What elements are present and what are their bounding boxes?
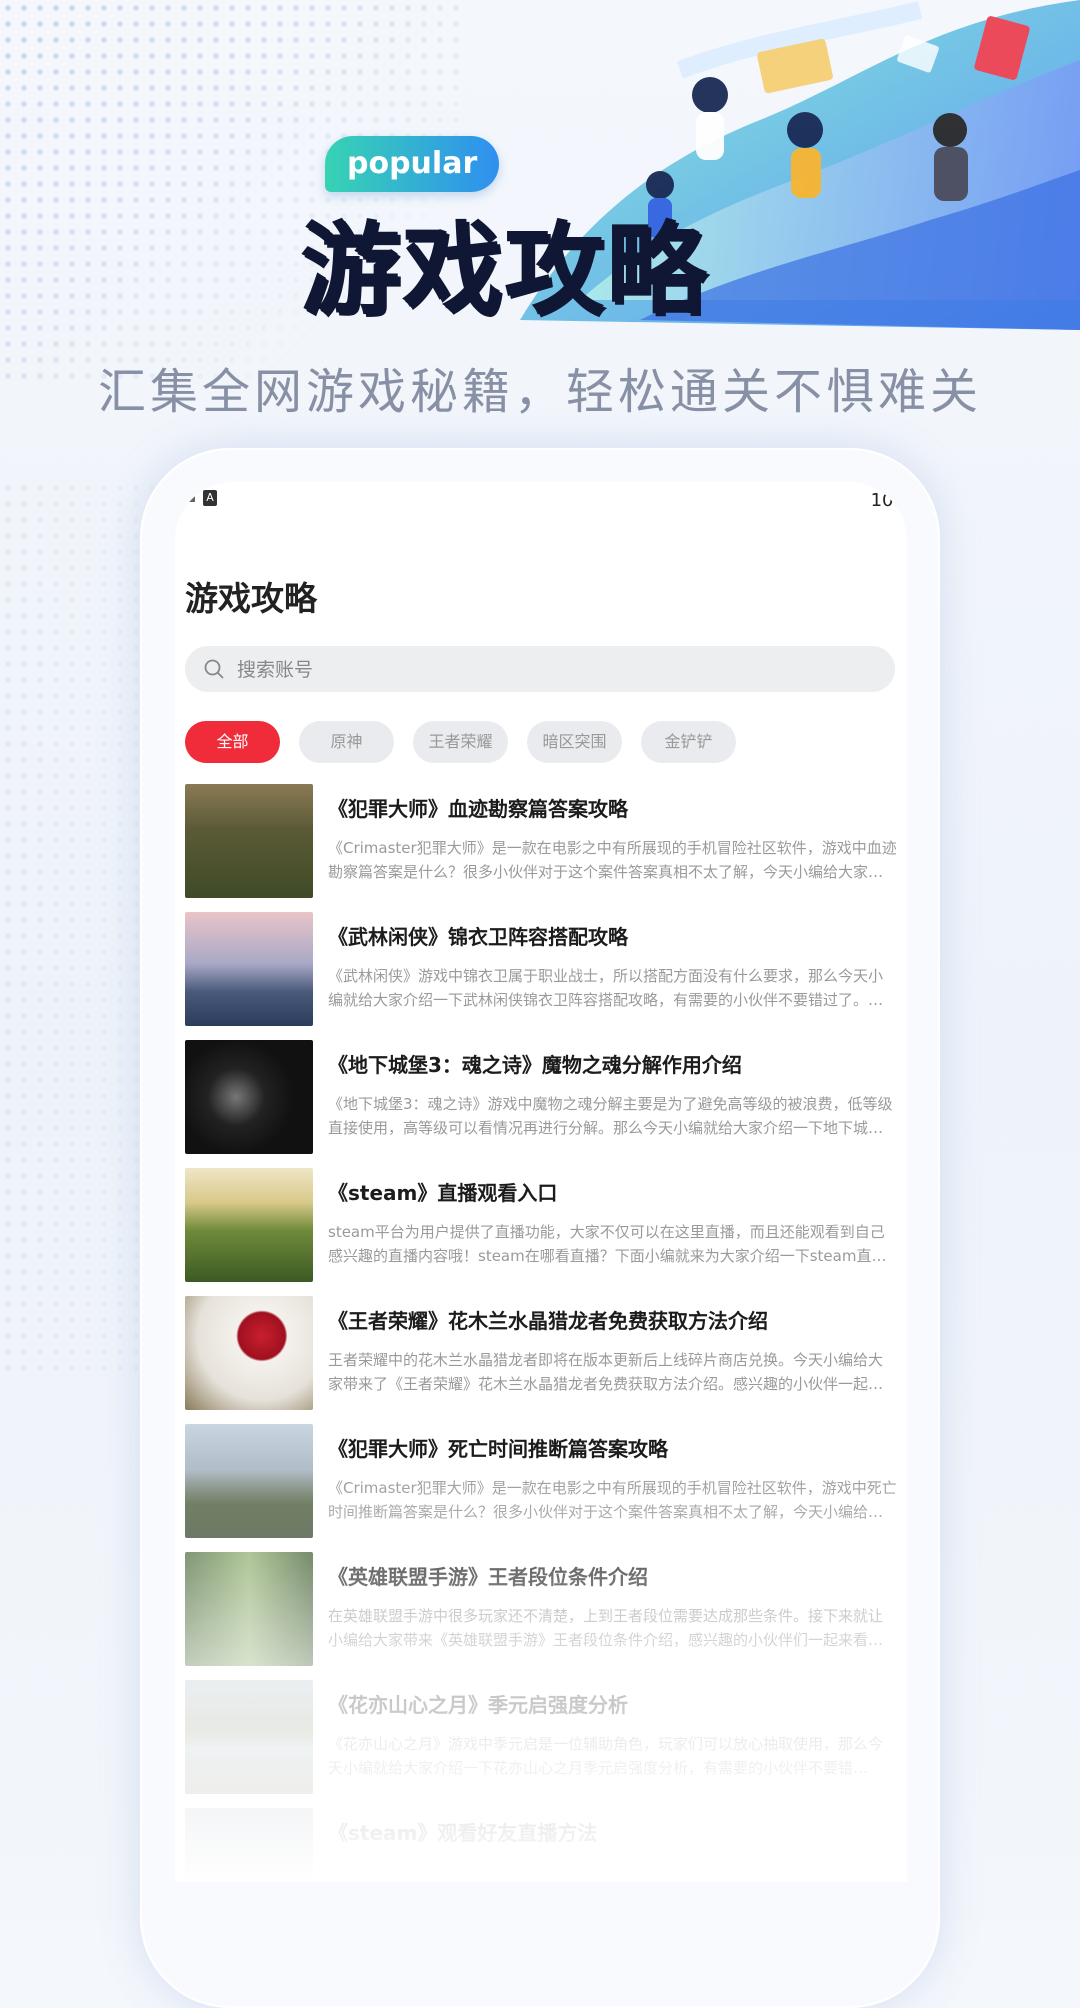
article-desc: 《地下城堡3：魂之诗》游戏中魔物之魂分解主要是为了避免高等级的被浪费，低等级直接… (328, 1095, 893, 1137)
phone-screen: A 10:4 游戏攻略 全部 原神 王者荣耀 暗区突围 金铲铲 《犯罪大师》血迹… (175, 482, 907, 1882)
signal-icon (187, 494, 195, 502)
article-title: 《花亦山心之月》季元启强度分析 (328, 1693, 628, 1717)
article-title: 《英雄联盟手游》王者段位条件介绍 (328, 1565, 648, 1589)
hero-title: 游戏攻略 (300, 211, 708, 328)
list-item[interactable]: 《犯罪大师》死亡时间推断篇答案攻略 《Crimaster犯罪大师》是一款在电影之… (185, 1424, 897, 1538)
search-bar[interactable] (185, 646, 895, 694)
status-bar: A 10:4 (175, 482, 907, 522)
search-icon (204, 659, 224, 679)
article-desc: 《Crimaster犯罪大师》是一款在电影之中有所展现的手机冒险社区软件，游戏中… (328, 839, 897, 881)
list-item[interactable]: 《花亦山心之月》季元启强度分析 《花亦山心之月》游戏中季元启是一位辅助角色，玩家… (185, 1680, 897, 1794)
list-item[interactable]: 《steam》观看好友直播方法 (185, 1808, 897, 1882)
tab-honor-of-kings[interactable]: 王者荣耀 (413, 721, 508, 763)
article-desc: 王者荣耀中的花木兰水晶猎龙者即将在版本更新后上线碎片商店兑换。今天小编给大家带来… (328, 1351, 884, 1393)
article-thumbnail (185, 1168, 313, 1282)
article-thumbnail (185, 1680, 313, 1794)
article-thumbnail (185, 1808, 313, 1882)
list-item[interactable]: 《地下城堡3：魂之诗》魔物之魂分解作用介绍 《地下城堡3：魂之诗》游戏中魔物之魂… (185, 1040, 897, 1154)
article-thumbnail (185, 1040, 313, 1154)
popular-badge: popular (325, 136, 500, 192)
article-desc (328, 1860, 897, 1882)
tab-arena-breakout[interactable]: 暗区突围 (527, 721, 622, 763)
article-thumbnail (185, 1424, 313, 1538)
hero-subtitle: 汇集全网游戏秘籍，轻松通关不惧难关 (97, 364, 982, 420)
list-item[interactable]: 《武林闲侠》锦衣卫阵容搭配攻略 《武林闲侠》游戏中锦衣卫属于职业战士，所以搭配方… (185, 912, 897, 1026)
article-desc: steam平台为用户提供了直播功能，大家不仅可以在这里直播，而且还能观看到自己感… (328, 1223, 887, 1265)
article-title: 《犯罪大师》死亡时间推断篇答案攻略 (328, 1437, 668, 1461)
article-thumbnail (185, 1552, 313, 1666)
article-desc: 在英雄联盟手游中很多玩家还不清楚，上到王者段位需要达成那些条件。接下来就让小编给… (328, 1607, 884, 1649)
article-title: 《王者荣耀》花木兰水晶猎龙者免费获取方法介绍 (328, 1309, 768, 1333)
article-title: 《steam》观看好友直播方法 (328, 1821, 598, 1845)
page-title: 游戏攻略 (185, 579, 317, 618)
article-title: 《武林闲侠》锦衣卫阵容搭配攻略 (328, 925, 628, 949)
article-title: 《steam》直播观看入口 (328, 1181, 558, 1205)
list-item[interactable]: 《犯罪大师》血迹勘察篇答案攻略 《Crimaster犯罪大师》是一款在电影之中有… (185, 784, 897, 898)
list-item[interactable]: 《英雄联盟手游》王者段位条件介绍 在英雄联盟手游中很多玩家还不清楚，上到王者段位… (185, 1552, 897, 1666)
notification-icon: A (203, 490, 217, 506)
category-tabs: 全部 原神 王者荣耀 暗区突围 金铲铲 (185, 721, 736, 763)
article-thumbnail (185, 912, 313, 1026)
article-desc: 《Crimaster犯罪大师》是一款在电影之中有所展现的手机冒险社区软件，游戏中… (328, 1479, 897, 1521)
article-thumbnail (185, 784, 313, 898)
status-time: 10:4 (870, 490, 907, 511)
article-desc: 《武林闲侠》游戏中锦衣卫属于职业战士，所以搭配方面没有什么要求，那么今天小编就给… (328, 967, 884, 1009)
article-title: 《犯罪大师》血迹勘察篇答案攻略 (328, 797, 628, 821)
tab-genshin[interactable]: 原神 (299, 721, 394, 763)
tab-jinchanchan[interactable]: 金铲铲 (641, 721, 736, 763)
article-desc: 《花亦山心之月》游戏中季元启是一位辅助角色，玩家们可以放心抽取使用，那么今天小编… (328, 1735, 884, 1777)
search-input[interactable] (235, 646, 879, 694)
list-item[interactable]: 《王者荣耀》花木兰水晶猎龙者免费获取方法介绍 王者荣耀中的花木兰水晶猎龙者即将在… (185, 1296, 897, 1410)
article-thumbnail (185, 1296, 313, 1410)
list-item[interactable]: 《steam》直播观看入口 steam平台为用户提供了直播功能，大家不仅可以在这… (185, 1168, 897, 1282)
tab-all[interactable]: 全部 (185, 721, 280, 763)
article-list: 《犯罪大师》血迹勘察篇答案攻略 《Crimaster犯罪大师》是一款在电影之中有… (185, 784, 897, 1882)
article-title: 《地下城堡3：魂之诗》魔物之魂分解作用介绍 (328, 1053, 742, 1077)
